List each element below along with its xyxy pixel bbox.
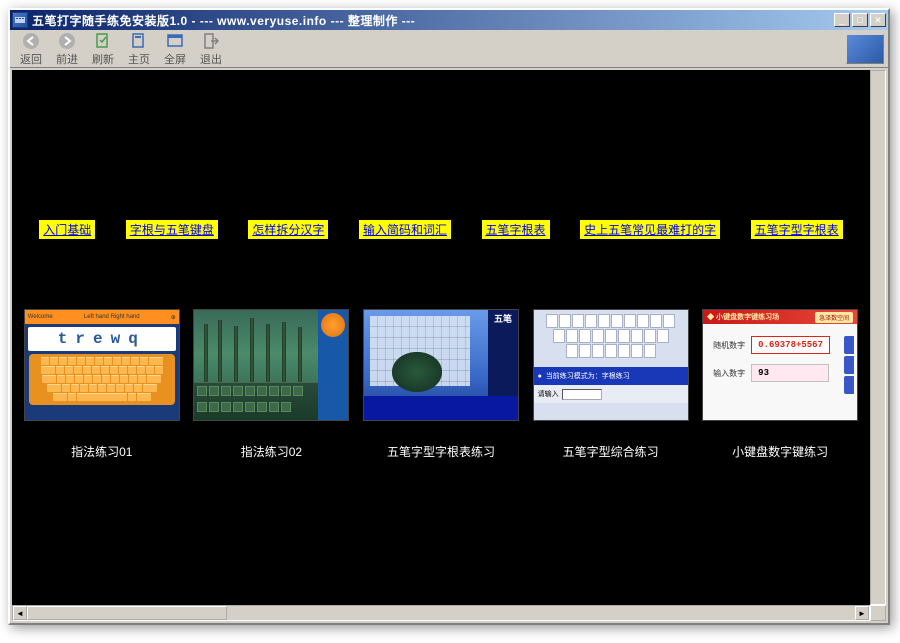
thumb-4[interactable]: ●当前练习模式为：字根练习 请输入 [533, 309, 689, 421]
back-icon [21, 31, 41, 51]
nav-link-root-table2[interactable]: 五笔字型字根表 [751, 220, 843, 239]
home-icon [129, 31, 149, 51]
thumb-item-4: ●当前练习模式为：字根练习 请输入 五笔字型综合练习 [533, 309, 689, 460]
fullscreen-icon [165, 31, 185, 51]
thumb-1-caption: 指法练习01 [71, 443, 132, 460]
refresh-button[interactable]: 刷新 [86, 29, 120, 69]
close-button[interactable]: ✕ [870, 13, 886, 27]
toolbar: 返回 前进 刷新 主页 全屏 退出 [10, 30, 888, 68]
thumb-2[interactable] [193, 309, 349, 421]
thumb-item-1: WelcomeLeft hand Right hand⊕ trewq 指法练习0… [24, 309, 180, 460]
forward-icon [57, 31, 77, 51]
nav-link-hardest[interactable]: 史上五笔常见最难打的字 [580, 220, 720, 239]
scrollbar-horizontal[interactable]: ◄ ► [12, 605, 870, 621]
thumb-4-caption: 五笔字型综合练习 [563, 443, 659, 460]
nav-link-split-chars[interactable]: 怎样拆分汉字 [248, 220, 328, 239]
nav-links: 入门基础 字根与五笔键盘 怎样拆分汉字 输入简码和词汇 五笔字根表 史上五笔常见… [12, 220, 870, 239]
thumb-5-caption: 小键盘数字键练习 [732, 443, 828, 460]
maximize-button[interactable]: □ [852, 13, 868, 27]
fullscreen-button[interactable]: 全屏 [158, 29, 192, 69]
refresh-icon [93, 31, 113, 51]
forward-button[interactable]: 前进 [50, 29, 84, 69]
thumb-2-caption: 指法练习02 [241, 443, 302, 460]
nav-link-roots-keyboard[interactable]: 字根与五笔键盘 [126, 220, 218, 239]
nav-link-shortcodes[interactable]: 输入简码和词汇 [359, 220, 451, 239]
minimize-button[interactable]: _ [834, 13, 850, 27]
app-window: 五笔打字随手练免安装版1.0 - --- www.veryuse.info --… [8, 8, 890, 625]
scroll-left-button[interactable]: ◄ [13, 606, 27, 620]
back-button[interactable]: 返回 [14, 29, 48, 69]
thumbnail-row: WelcomeLeft hand Right hand⊕ trewq 指法练习0… [12, 309, 870, 460]
nav-link-basics[interactable]: 入门基础 [39, 220, 95, 239]
home-button[interactable]: 主页 [122, 29, 156, 69]
thumb-item-3: 五笔 五笔字型字根表练习 [363, 309, 519, 460]
scroll-thumb[interactable] [27, 606, 227, 620]
thumb-5[interactable]: ◆ 小键盘数字键练习场 急泽数空间 随机数字0.69378+5567 输入数字9… [702, 309, 858, 421]
scrollbar-vertical[interactable] [870, 70, 886, 605]
toolbar-logo [846, 34, 884, 64]
scroll-right-button[interactable]: ► [855, 606, 869, 620]
thumb-item-2: 指法练习02 [193, 309, 349, 460]
nav-link-root-table[interactable]: 五笔字根表 [482, 220, 550, 239]
exit-icon [201, 31, 221, 51]
resize-grip[interactable] [870, 605, 886, 621]
thumb-3[interactable]: 五笔 [363, 309, 519, 421]
thumb-1-display: trewq [28, 327, 176, 351]
exit-button[interactable]: 退出 [194, 29, 228, 69]
app-icon [12, 12, 28, 28]
window-title: 五笔打字随手练免安装版1.0 - --- www.veryuse.info --… [32, 12, 834, 29]
thumb-3-caption: 五笔字型字根表练习 [387, 443, 495, 460]
titlebar: 五笔打字随手练免安装版1.0 - --- www.veryuse.info --… [10, 10, 888, 30]
thumb-1[interactable]: WelcomeLeft hand Right hand⊕ trewq [24, 309, 180, 421]
content-area: 入门基础 字根与五笔键盘 怎样拆分汉字 输入简码和词汇 五笔字根表 史上五笔常见… [12, 70, 870, 605]
thumb-item-5: ◆ 小键盘数字键练习场 急泽数空间 随机数字0.69378+5567 输入数字9… [702, 309, 858, 460]
